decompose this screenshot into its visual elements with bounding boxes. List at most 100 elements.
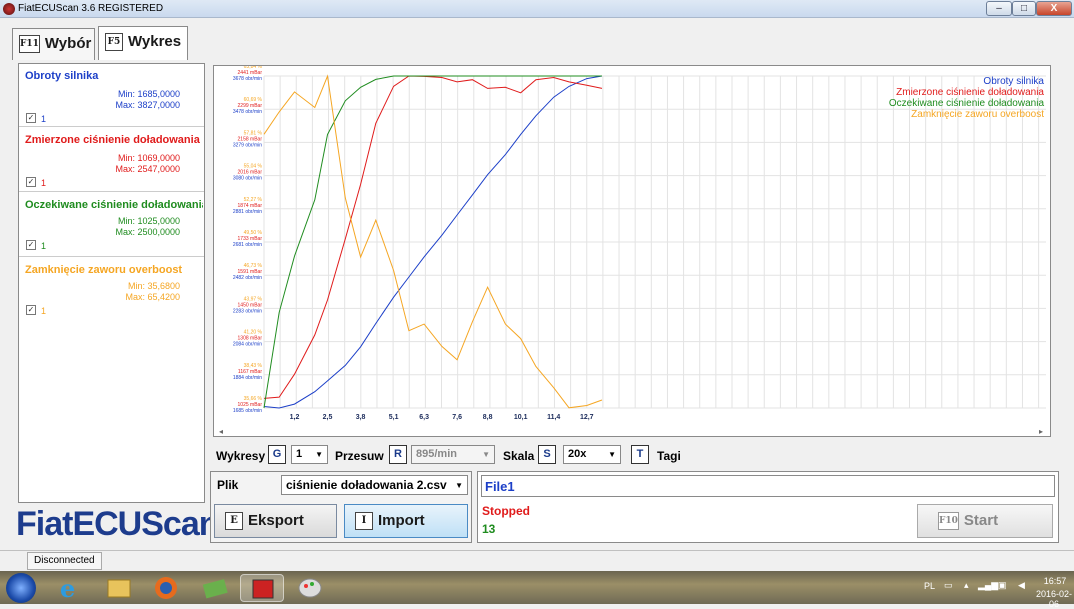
maximize-button[interactable]: □ [1012,1,1036,16]
close-button[interactable]: X [1036,1,1072,16]
network-icon[interactable]: ▣ [998,580,1007,591]
status-bar: Disconnected [0,550,1074,571]
tab-wybor[interactable]: F11 Wybór [12,28,95,60]
przesuw-value: 895/min [416,448,457,460]
scroll-left-icon[interactable]: ◂ [219,427,223,436]
paint-icon[interactable] [288,574,332,602]
connection-status: Disconnected [27,552,102,570]
t-key-icon[interactable]: T [631,445,649,464]
legend-entry: Zmierzone ciśnienie doładowania [896,87,1044,98]
window-title: FiatECUScan 3.6 REGISTERED [18,3,164,14]
chevron-down-icon: ▼ [315,450,323,459]
x-tick-label: 12,7 [580,414,594,421]
status-count: 13 [482,522,496,536]
signal-checkbox[interactable]: ✓ [26,305,36,315]
signal-icon[interactable]: ▂▄▆ [978,580,998,591]
y-tick-label: 3080 obr/min [233,176,262,182]
series-line [263,75,603,399]
g-key-icon[interactable]: G [268,445,286,464]
app-logo: FiatECUScan [16,505,219,543]
chevron-down-icon: ▼ [455,481,463,490]
y-tick-label: 2881 obr/min [233,209,262,215]
tray-up-icon[interactable]: ▴ [964,580,969,591]
import-label: Import [378,512,425,529]
keyboard-icon[interactable]: ▭ [944,580,953,591]
f11-key-icon: F11 [19,35,40,54]
export-button[interactable]: E Eksport [214,504,337,538]
signal-checkbox[interactable]: ✓ [26,177,36,187]
tagi-label[interactable]: Tagi [657,449,681,463]
chart-area: 63,84 % 2441 mBar 3678 obr/min 60,69 % 2299 … [213,65,1051,437]
signal-max: Max: 2547,0000 [115,164,180,174]
x-tick-label: 2,5 [323,414,333,421]
file-panel: Plik ciśnienie doładowania 2.csv ▼ E Ekspo… [210,471,472,543]
r-key-icon[interactable]: R [389,445,407,464]
start-button[interactable]: F10 Start [917,504,1053,538]
signal-number: 1 [41,241,47,251]
filename-field[interactable]: File1 [481,475,1055,497]
skala-label: Skala [503,449,535,463]
y-tick-label: 3678 obr/min [233,76,262,82]
tab-label: Wykres [128,33,182,50]
minimize-button[interactable]: – [986,1,1012,16]
file-value: ciśnienie doładowania 2.csv [286,478,447,492]
legend-entry: Obroty silnika [983,76,1044,87]
tab-wykres[interactable]: F5 Wykres [98,26,188,60]
scroll-right-icon[interactable]: ▸ [1039,427,1043,436]
signal-checkbox[interactable]: ✓ [26,240,36,250]
ie-icon[interactable]: e [48,574,92,603]
import-button[interactable]: I Import [344,504,468,538]
signal-name: Oczekiwane ciśnienie doładowania [25,199,203,211]
signal-item-rpm: Obroty silnika Min: 1685,0000 Max: 3827,… [19,64,204,127]
signal-number: 1 [41,178,47,188]
skala-select[interactable]: 20x ▼ [563,445,621,464]
title-bar: FiatECUScan 3.6 REGISTERED – □ X [0,0,1074,18]
signal-max: Max: 65,4200 [125,292,180,302]
signal-min: Min: 35,6800 [127,281,180,291]
file-select[interactable]: ciśnienie doładowania 2.csv ▼ [281,475,468,495]
signal-list: Obroty silnika Min: 1685,0000 Max: 3827,… [18,63,205,503]
system-tray: PL ▭ ▴ ▂▄▆ ▣ ◀ 16:57 2016-02-06 [874,571,1074,609]
signal-item-overboost: Zamknięcie zaworu overboost Min: 35,6800… [19,258,204,322]
signal-number: 1 [41,306,47,316]
y-tick-label: 1884 obr/min [233,375,262,381]
explorer-icon[interactable] [96,574,140,602]
signal-name: Zamknięcie zaworu overboost [25,264,183,276]
wykresy-select[interactable]: 1 ▼ [291,445,328,464]
y-tick-label: 3279 obr/min [233,142,262,148]
clock-time[interactable]: 16:57 [1040,576,1070,586]
signal-number: 1 [41,114,47,124]
x-tick-label: 7,6 [452,414,462,421]
plik-label: Plik [217,478,239,492]
chart-scrollbar[interactable]: ◂ ▸ [213,425,1051,437]
app-icon [3,3,15,15]
legend-entry: Oczekiwane ciśnienie doładowania [889,98,1045,109]
clock-date[interactable]: 2016-02-06 [1032,589,1074,609]
wykresy-value: 1 [296,448,303,460]
i-key-icon: I [355,512,373,531]
y-tick-label: 2681 obr/min [233,242,262,248]
f10-key-icon: F10 [938,512,959,531]
chevron-down-icon: ▼ [608,450,616,459]
y-tick-label: 2084 obr/min [233,342,262,348]
x-tick-label: 5,1 [389,414,399,421]
export-label: Eksport [248,512,304,529]
signal-name: Obroty silnika [25,70,99,82]
s-key-icon[interactable]: S [538,445,556,464]
taskbar: e PL ▭ ▴ ▂▄▆ ▣ ◀ 16:57 2016-02-06 [0,571,1074,609]
language-indicator[interactable]: PL [924,581,935,591]
signal-max: Max: 2500,0000 [115,227,180,237]
x-tick-label: 1,2 [290,414,300,421]
tab-label: Wybór [44,35,92,52]
signal-min: Min: 1069,0000 [117,153,180,163]
firefox-icon[interactable] [144,574,188,602]
y-tick-label: 1685 obr/min [233,408,262,414]
signal-checkbox[interactable]: ✓ [26,113,36,123]
fiatecuscan-taskbar-icon[interactable] [240,574,284,602]
volume-icon[interactable]: ◀ [1018,580,1025,591]
start-orb-icon[interactable] [6,573,36,603]
legend-entry: Zamknięcie zaworu overboost [911,109,1044,120]
wykresy-label: Wykresy [216,449,266,463]
przesuw-select[interactable]: 895/min ▼ [411,445,495,464]
app-icon-folder[interactable] [192,574,236,602]
